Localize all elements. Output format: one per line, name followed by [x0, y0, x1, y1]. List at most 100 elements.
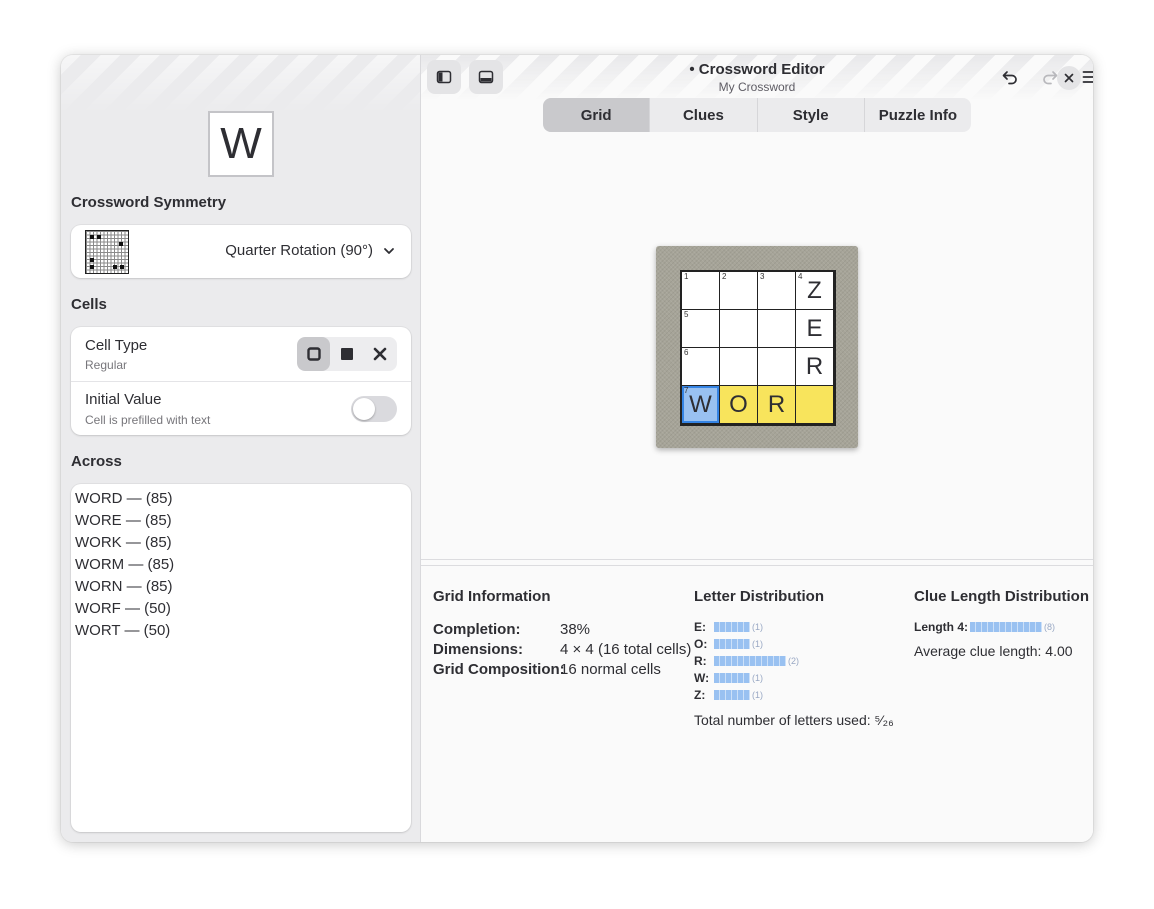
- cell-number: 7: [684, 386, 689, 395]
- cell-letter: R: [805, 352, 824, 380]
- initial-value-label: Initial Value: [85, 391, 162, 408]
- initial-value-toggle[interactable]: [351, 396, 397, 422]
- app-window: W Crossword Symmetry Quarter Rotation (9…: [61, 55, 1093, 842]
- crossword-cell[interactable]: [720, 310, 757, 347]
- regular-cell-icon: [306, 347, 321, 361]
- symmetry-dot: [90, 235, 94, 239]
- symmetry-dot: [97, 235, 101, 239]
- letter-bar: [714, 690, 750, 700]
- cell-letter: O: [729, 390, 748, 418]
- cell-type-null-button[interactable]: [364, 337, 397, 371]
- cell-number: 3: [760, 272, 765, 281]
- crossword-cell[interactable]: E: [796, 310, 833, 347]
- crossword-cell[interactable]: [720, 348, 757, 385]
- cells-card: Cell Type Regular Initial Value Cell is …: [71, 327, 411, 435]
- panel-separator[interactable]: [421, 559, 1093, 566]
- tab-style[interactable]: Style: [756, 98, 864, 132]
- crossword-cell[interactable]: 4Z: [796, 272, 833, 309]
- undo-button[interactable]: [993, 60, 1027, 94]
- header-stripes: [61, 55, 420, 115]
- letter-count: (1): [752, 673, 763, 683]
- close-window-button[interactable]: [1057, 66, 1081, 90]
- clue-length-count: (8): [1044, 622, 1055, 632]
- average-clue-length: Average clue length: 4.00: [914, 643, 1073, 659]
- grid-info-title: Grid Information: [433, 588, 551, 605]
- letter-distribution-title: Letter Distribution: [694, 588, 824, 605]
- composition-value: 16 normal cells: [560, 661, 661, 678]
- crossword-cell[interactable]: [758, 310, 795, 347]
- crossword-cell[interactable]: 1: [682, 272, 719, 309]
- letter-bar: [714, 622, 750, 632]
- block-cell-icon: [340, 348, 353, 360]
- letter-distribution-row: W: (1): [694, 670, 763, 686]
- list-item[interactable]: WORT — (50): [71, 620, 411, 642]
- crossword-cell[interactable]: O: [720, 386, 757, 423]
- completion-label: Completion:: [433, 621, 521, 638]
- cell-letter: E: [806, 314, 823, 342]
- view-switcher: Grid Clues Style Puzzle Info: [543, 98, 971, 132]
- tab-puzzle-info[interactable]: Puzzle Info: [863, 98, 971, 132]
- list-item[interactable]: WORE — (85): [71, 510, 411, 532]
- letter-bar: [714, 673, 750, 683]
- tab-clues[interactable]: Clues: [649, 98, 756, 132]
- cell-letter: Z: [807, 276, 822, 304]
- divider: [71, 381, 411, 382]
- dimensions-label: Dimensions:: [433, 641, 524, 658]
- completion-value: 38%: [560, 621, 591, 638]
- symmetry-thumbnail: [85, 230, 129, 274]
- close-icon: [1064, 73, 1074, 83]
- symmetry-dot: [113, 265, 117, 269]
- composition-label: Grid Composition:: [433, 661, 565, 678]
- sidebar: W Crossword Symmetry Quarter Rotation (9…: [61, 55, 421, 842]
- current-letter-preview: W: [208, 111, 274, 177]
- initial-value-sub: Cell is prefilled with text: [85, 413, 211, 427]
- crossword-cell[interactable]: [758, 348, 795, 385]
- toggle-knob: [353, 398, 375, 420]
- crossword-cell[interactable]: 7W: [682, 386, 719, 423]
- cell-type-selector: [297, 337, 397, 371]
- clue-length-row: Length 4: (8): [914, 619, 1055, 635]
- chevron-down-icon: [384, 248, 394, 254]
- list-item[interactable]: WORD — (85): [71, 488, 411, 510]
- letter-bar: [714, 656, 786, 666]
- letter-label: E:: [694, 620, 706, 634]
- across-word-list: WORD — (85) WORE — (85) WORK — (85) WORM…: [71, 484, 411, 832]
- tab-grid[interactable]: Grid: [543, 98, 650, 132]
- crossword-cell[interactable]: 2: [720, 272, 757, 309]
- crossword-cell[interactable]: [796, 386, 833, 423]
- cell-type-block-button[interactable]: [330, 337, 363, 371]
- symmetry-dot: [90, 258, 94, 262]
- main-area: • Crossword Editor My Crossword Grid Clu…: [421, 55, 1093, 842]
- crossword-cell[interactable]: R: [796, 348, 833, 385]
- list-item[interactable]: WORK — (85): [71, 532, 411, 554]
- total-letters-used: Total number of letters used: ⁵⁄₂₆: [694, 712, 894, 728]
- letter-count: (1): [752, 690, 763, 700]
- clue-length-bar: [970, 622, 1042, 632]
- cell-type-regular-button[interactable]: [297, 337, 331, 371]
- cell-type-value: Regular: [85, 358, 128, 372]
- symmetry-dot: [90, 265, 94, 269]
- across-section-title: Across: [71, 453, 122, 470]
- cell-number: 6: [684, 348, 689, 357]
- cell-type-label: Cell Type: [85, 337, 148, 354]
- list-item[interactable]: WORN — (85): [71, 576, 411, 598]
- letter-distribution-row: Z: (1): [694, 687, 763, 703]
- letter-label: O:: [694, 637, 708, 651]
- letter-distribution-row: R: (2): [694, 653, 799, 669]
- letter-distribution-row: O: (1): [694, 636, 763, 652]
- clue-length-title: Clue Length Distribution: [914, 588, 1089, 605]
- symmetry-value: Quarter Rotation (90°): [225, 242, 373, 259]
- letter-count: (2): [788, 656, 799, 666]
- crossword-cell[interactable]: 6: [682, 348, 719, 385]
- crossword-cell[interactable]: 5: [682, 310, 719, 347]
- list-item[interactable]: WORM — (85): [71, 554, 411, 576]
- dimensions-value: 4 × 4 (16 total cells): [560, 641, 692, 658]
- symmetry-dropdown[interactable]: Quarter Rotation (90°): [71, 225, 411, 278]
- cells-section-title: Cells: [71, 296, 107, 313]
- list-item[interactable]: WORF — (50): [71, 598, 411, 620]
- crossword-cell[interactable]: R: [758, 386, 795, 423]
- title-text: Crossword Editor: [698, 61, 825, 78]
- crossword-cell[interactable]: 3: [758, 272, 795, 309]
- symmetry-dot: [119, 242, 123, 246]
- cell-number: 2: [722, 272, 727, 281]
